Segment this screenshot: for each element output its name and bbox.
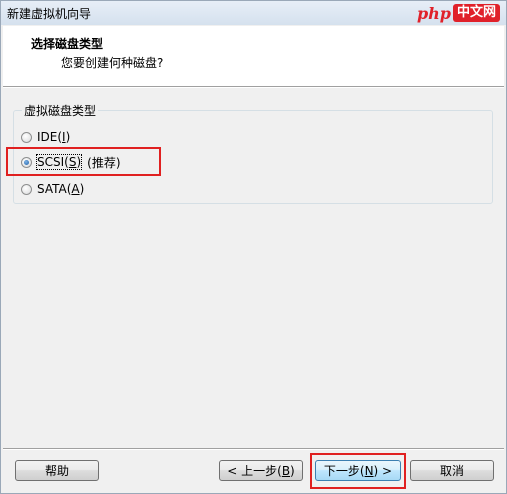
radio-ide-button[interactable] [21, 131, 32, 143]
page-title: 选择磁盘类型 [31, 37, 104, 51]
radio-ide[interactable]: IDE(I) [21, 128, 70, 146]
radio-sata[interactable]: SATA(A) [21, 180, 84, 198]
watermark-site: 中文网 [452, 4, 500, 22]
next-button[interactable]: 下一步(N) > [315, 460, 401, 481]
title-bar[interactable]: 新建虚拟机向导 php 中文网 [1, 1, 506, 25]
radio-sata-button[interactable] [21, 183, 32, 195]
group-legend: 虚拟磁盘类型 [22, 102, 99, 119]
radio-ide-label: IDE(I) [37, 130, 71, 144]
recommended-hint: (推荐) [87, 155, 121, 170]
watermark-logo: php 中文网 [417, 1, 500, 25]
radio-scsi-button[interactable] [21, 156, 32, 168]
cancel-button[interactable]: 取消 [410, 460, 494, 481]
footer-separator [3, 448, 504, 450]
radio-scsi[interactable]: SCSI(S) (推荐) [21, 153, 121, 171]
window-title: 新建虚拟机向导 [7, 7, 92, 21]
watermark-brand: php [416, 3, 451, 23]
wizard-window: 新建虚拟机向导 php 中文网 选择磁盘类型 您要创建何种磁盘? 虚拟磁盘类型 … [0, 0, 507, 494]
page-subtitle: 您要创建何种磁盘? [61, 56, 164, 70]
radio-sata-label: SATA(A) [37, 182, 85, 196]
help-button[interactable]: 帮助 [15, 460, 99, 481]
back-button[interactable]: < 上一步(B) [219, 460, 303, 481]
wizard-header: 选择磁盘类型 您要创建何种磁盘? [3, 26, 504, 87]
radio-scsi-label: SCSI(S) [35, 154, 83, 170]
